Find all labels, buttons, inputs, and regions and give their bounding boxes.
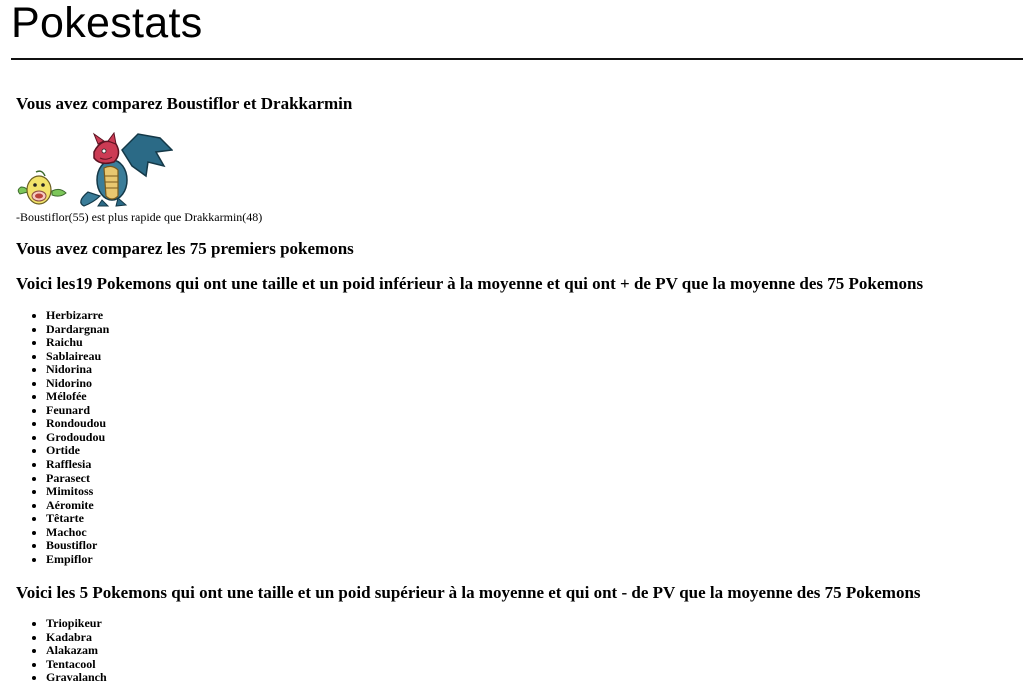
- list-item: Triopikeur: [46, 616, 107, 631]
- list-item: Nidorina: [46, 363, 109, 377]
- header-divider: [11, 58, 1023, 60]
- list-item: Boustiflor: [46, 539, 109, 553]
- comparison-heading: Vous avez comparez Boustiflor et Drakkar…: [16, 94, 353, 113]
- list2-pokemon: Triopikeur Kadabra Alakazam Tentacool Gr…: [16, 616, 107, 685]
- list-item: Kadabra: [46, 630, 107, 645]
- list1-pokemon: Herbizarre Dardargnan Raichu Sablaireau …: [16, 308, 109, 567]
- list-item: Nidorino: [46, 376, 109, 391]
- list-item: Alakazam: [46, 644, 107, 658]
- list-item: Têtarte: [46, 512, 109, 526]
- list-item: Rondoudou: [46, 417, 109, 431]
- list-item: Sablaireau: [46, 349, 109, 364]
- pokemon-sprites: [16, 132, 176, 210]
- list-item: Ortide: [46, 444, 109, 458]
- list-item: Rafflesia: [46, 457, 109, 472]
- list-item: Feunard: [46, 403, 109, 418]
- list-item: Grodoudou: [46, 430, 109, 445]
- list-item: Dardargnan: [46, 322, 109, 337]
- site-header: Pokestats: [11, 0, 1023, 60]
- list-item: Mimitoss: [46, 485, 109, 499]
- list-item: Mélofée: [46, 390, 109, 404]
- list-item: Aéromite: [46, 498, 109, 513]
- list-item: Raichu: [46, 336, 109, 350]
- list-item: Empiflor: [46, 552, 109, 567]
- list-item: Parasect: [46, 471, 109, 486]
- drakkarmin-sprite: [80, 132, 173, 207]
- list-item: Herbizarre: [46, 308, 109, 323]
- comparison-result: -Boustiflor(55) est plus rapide que Drak…: [16, 210, 263, 224]
- list2-heading: Voici les 5 Pokemons qui ont une taille …: [16, 583, 921, 602]
- list-item: Tentacool: [46, 657, 107, 672]
- list-item: Machoc: [46, 525, 109, 540]
- boustiflor-sprite: [17, 170, 67, 205]
- list1-heading: Voici les19 Pokemons qui ont une taille …: [16, 274, 924, 293]
- list-item: Gravalanch: [46, 671, 107, 685]
- summary-heading: Vous avez comparez les 75 premiers pokem…: [16, 239, 354, 258]
- site-title: Pokestats: [11, 0, 203, 47]
